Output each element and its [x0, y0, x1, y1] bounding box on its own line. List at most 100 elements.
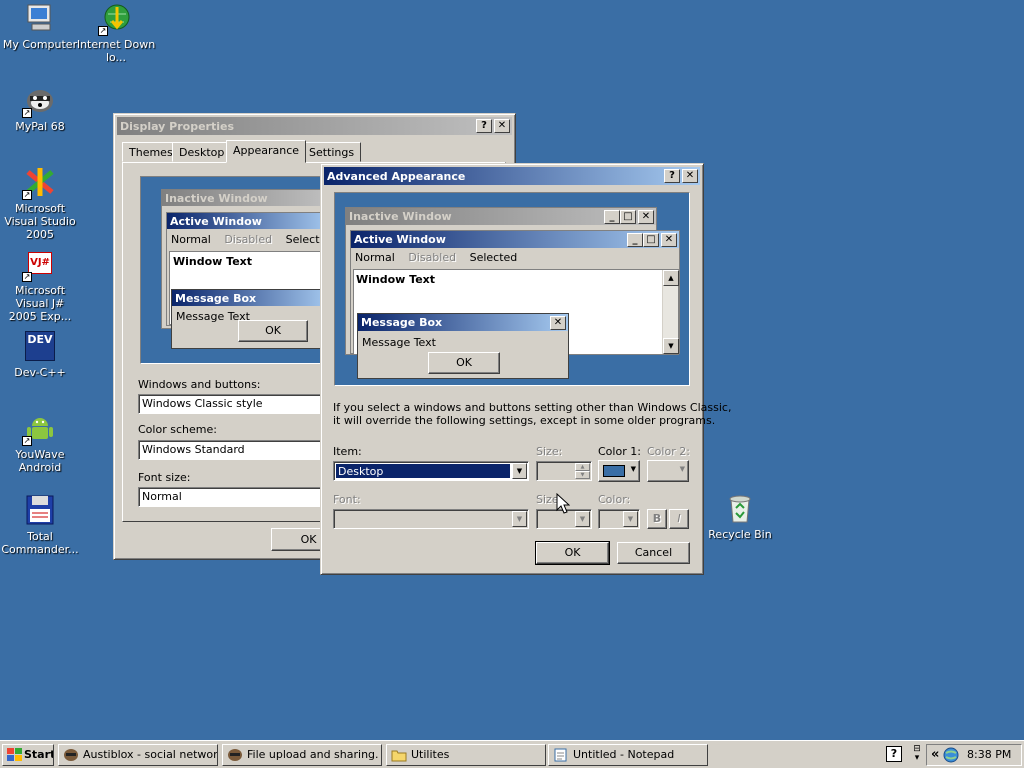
- desktop-icon-visual-jsharp[interactable]: VJ# ↗ Microsoft Visual J# 2005 Exp...: [0, 248, 80, 323]
- network-globe-icon[interactable]: [943, 747, 959, 766]
- font-color-picker[interactable]: ▼: [598, 509, 640, 529]
- preview-inactive-titlebar: Inactive Window: [162, 190, 330, 206]
- menu-selected: Selected: [469, 251, 518, 264]
- taskbar-button-austiblox[interactable]: Austiblox - social networ...: [58, 744, 218, 766]
- chevron-down-icon[interactable]: ▼: [512, 511, 527, 527]
- close-button[interactable]: ✕: [682, 169, 698, 183]
- size-spinner[interactable]: ▲ ▼: [536, 461, 592, 481]
- chevron-down-icon[interactable]: ▼: [512, 463, 527, 479]
- tab-strip: Themes Desktop Appearance Settings: [122, 140, 502, 164]
- appearance-preview: Inactive Window Active Window Normal Dis…: [140, 176, 333, 364]
- color2-picker[interactable]: ▼: [647, 460, 689, 482]
- maximize-icon: □: [620, 209, 636, 224]
- globe-download-icon: ↗: [98, 2, 132, 36]
- folder-icon: [391, 748, 407, 762]
- close-icon: ✕: [550, 315, 566, 330]
- minimize-icon: _: [604, 209, 620, 224]
- minimize-icon: _: [627, 232, 643, 247]
- android-icon: ↗: [22, 412, 56, 446]
- spin-up-icon[interactable]: ▲: [575, 463, 590, 471]
- desktop-icon-devcpp[interactable]: DEV Dev-C++: [0, 330, 80, 379]
- close-button[interactable]: ✕: [494, 119, 510, 133]
- adv-preview-message-box: Message Box ✕ Message Text OK: [357, 313, 569, 379]
- desktop-icon-visual-studio[interactable]: ↗ Microsoft Visual Studio 2005: [0, 166, 80, 241]
- preview-window-text: Window Text: [173, 255, 253, 268]
- chevron-down-icon[interactable]: ▼: [623, 511, 638, 527]
- desktop-icon-youwave[interactable]: ↗ YouWave Android: [0, 412, 80, 474]
- recycle-bin-icon: [724, 492, 756, 524]
- desktop-icon-total-commander[interactable]: Total Commander...: [0, 494, 80, 556]
- font-size-select[interactable]: Normal: [138, 487, 324, 507]
- preview-active-titlebar: Active Window: [167, 213, 331, 229]
- visual-jsharp-icon: VJ# ↗: [22, 248, 56, 282]
- clock[interactable]: 8:38 PM: [967, 748, 1011, 761]
- font-select[interactable]: ▼: [333, 509, 529, 529]
- item-label: Item:: [333, 445, 362, 458]
- tray-expand-icon[interactable]: «: [931, 747, 939, 762]
- color1-label: Color 1:: [598, 445, 641, 458]
- menu-disabled: Disabled: [224, 233, 273, 246]
- adv-preview-window-text: Window Text: [356, 273, 436, 286]
- chevron-down-icon[interactable]: ▼: [575, 511, 590, 527]
- desktop-icon-my-computer[interactable]: My Computer: [0, 2, 80, 51]
- desktop-icon-recycle-bin[interactable]: Recycle Bin: [700, 492, 780, 541]
- taskbar: Start Austiblox - social networ... File …: [0, 740, 1024, 768]
- desktop-icon-mypal[interactable]: ↗ MyPal 68: [0, 84, 80, 133]
- menu-normal: Normal: [171, 233, 211, 246]
- color2-label: Color 2:: [647, 445, 690, 458]
- chevron-down-icon: ▼: [630, 465, 636, 473]
- advanced-preview[interactable]: Inactive Window _ □ ✕ Active Window _ □ …: [334, 192, 690, 386]
- taskbar-button-file-upload[interactable]: File upload and sharing. ...: [222, 744, 382, 766]
- italic-button[interactable]: I: [669, 509, 689, 529]
- spin-down-icon[interactable]: ▼: [575, 471, 590, 479]
- cancel-button[interactable]: Cancel: [617, 542, 690, 564]
- language-tray-icon[interactable]: ⊟ ▾: [910, 745, 924, 765]
- help-button[interactable]: ?: [664, 169, 680, 183]
- window-title: Advanced Appearance: [327, 169, 466, 183]
- tab-desktop[interactable]: Desktop: [172, 142, 232, 162]
- windows-buttons-select[interactable]: Windows Classic style: [138, 394, 324, 414]
- maximize-icon: □: [643, 232, 659, 247]
- color1-picker[interactable]: ▼: [598, 460, 640, 482]
- browser-icon: [63, 748, 79, 762]
- tab-settings[interactable]: Settings: [302, 142, 362, 162]
- devcpp-icon: DEV: [24, 330, 56, 362]
- help-button[interactable]: ?: [476, 119, 492, 133]
- bold-button[interactable]: B: [647, 509, 667, 529]
- system-tray: « 8:38 PM: [926, 744, 1022, 766]
- mouse-cursor-icon: [556, 493, 570, 514]
- browser-icon: [227, 748, 243, 762]
- adv-preview-ok-button: OK: [428, 352, 500, 374]
- advanced-appearance-titlebar[interactable]: Advanced Appearance ? ✕: [324, 167, 700, 185]
- adv-preview-menu: Normal Disabled Selected: [355, 251, 517, 264]
- adv-preview-message-text: Message Text: [362, 336, 436, 349]
- preview-scrollbar: ▲ ▼: [662, 270, 679, 354]
- preview-ok-button: OK: [238, 320, 308, 342]
- display-properties-titlebar[interactable]: Display Properties ? ✕: [117, 117, 512, 135]
- scroll-down-icon: ▼: [663, 338, 679, 354]
- menu-normal: Normal: [355, 251, 395, 264]
- info-text-line1: If you select a windows and buttons sett…: [333, 401, 732, 414]
- desktop-icon-internet-download[interactable]: ↗ Internet Downlo...: [76, 2, 156, 64]
- close-icon: ✕: [661, 232, 677, 247]
- chevron-down-icon: ▼: [679, 465, 685, 473]
- menu-disabled: Disabled: [408, 251, 457, 264]
- preview-menu: Normal Disabled Selected: [171, 233, 333, 246]
- taskbar-button-notepad[interactable]: Untitled - Notepad: [548, 744, 708, 766]
- font-color-label: Color:: [598, 493, 631, 506]
- taskbar-button-utilites[interactable]: Utilites: [386, 744, 546, 766]
- floppy-disk-icon: [24, 494, 56, 526]
- notepad-icon: [553, 748, 569, 762]
- item-select[interactable]: Desktop ▼: [333, 461, 529, 481]
- color-scheme-select[interactable]: Windows Standard: [138, 440, 324, 460]
- info-text-line2: it will override the following settings,…: [333, 414, 716, 427]
- windows-logo-icon: [7, 748, 23, 762]
- visual-studio-icon: ↗: [22, 166, 56, 200]
- tab-appearance[interactable]: Appearance: [226, 140, 307, 163]
- advanced-appearance-window[interactable]: Advanced Appearance ? ✕ Inactive Window …: [320, 163, 731, 575]
- help-tray-icon[interactable]: ?: [886, 746, 902, 762]
- raccoon-icon: ↗: [22, 84, 56, 118]
- ok-button[interactable]: OK: [535, 541, 610, 565]
- start-button[interactable]: Start: [2, 744, 54, 766]
- size-label: Size:: [536, 445, 563, 458]
